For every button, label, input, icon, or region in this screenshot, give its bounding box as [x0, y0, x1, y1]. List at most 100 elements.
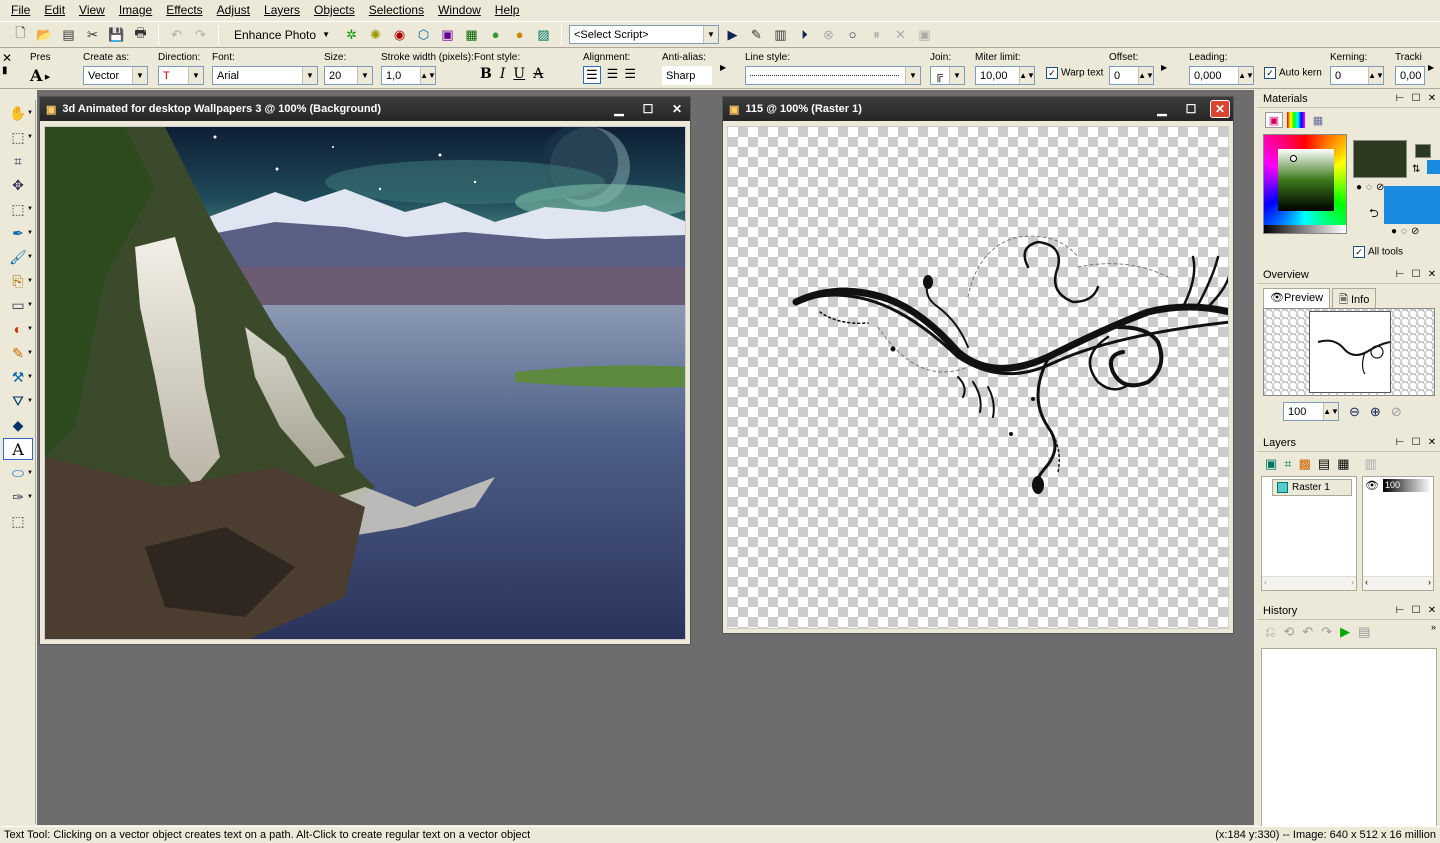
- expand-arrow-icon[interactable]: ▶: [1428, 63, 1434, 72]
- script-edit-icon[interactable]: ✎: [746, 24, 767, 45]
- menu-effects[interactable]: Effects: [159, 0, 209, 20]
- one-step-fix-icon[interactable]: ✲: [341, 24, 362, 45]
- expand-arrow-icon[interactable]: ▶: [720, 63, 726, 72]
- close-icon[interactable]: ✕: [1210, 100, 1230, 118]
- pin-icon[interactable]: ⊢: [1392, 93, 1408, 104]
- maximize-icon[interactable]: ☐: [1408, 437, 1424, 448]
- layer-opacity-slider[interactable]: 100: [1382, 479, 1431, 492]
- close-icon[interactable]: ✕: [1424, 605, 1440, 616]
- gradient-style-icon[interactable]: ◌: [1366, 182, 1372, 193]
- frame-tab-icon[interactable]: ▣: [1265, 112, 1283, 128]
- run-selected-icon[interactable]: ⏵: [794, 24, 815, 45]
- redo-icon[interactable]: ↷: [190, 24, 211, 45]
- close-icon[interactable]: ✕: [1424, 269, 1440, 280]
- underline-icon[interactable]: U: [513, 66, 525, 82]
- italic-icon[interactable]: I: [500, 66, 506, 82]
- spinner-icon[interactable]: ▲▼: [1238, 67, 1254, 84]
- visibility-eye-icon[interactable]: 👁: [1365, 479, 1379, 492]
- minimize-icon[interactable]: ▁: [609, 100, 629, 118]
- menu-help[interactable]: Help: [488, 0, 527, 20]
- red-eye-icon[interactable]: ◉: [389, 24, 410, 45]
- create-as-select[interactable]: Vector ▼: [83, 66, 148, 85]
- dropper-tool-icon[interactable]: ✒ ▼: [3, 222, 33, 244]
- swatches-tab-icon[interactable]: ▦: [1309, 112, 1327, 128]
- maximize-icon[interactable]: ☐: [1408, 605, 1424, 616]
- scroll-right-icon[interactable]: ›: [1428, 577, 1431, 590]
- miter-limit-input[interactable]: 10,00 ▲▼: [975, 66, 1035, 85]
- overview-palette-header[interactable]: Overview ⊢ ☐ ✕: [1257, 266, 1440, 284]
- pin-icon[interactable]: ⊢: [1392, 269, 1408, 280]
- clone-brush-icon[interactable]: ⎘ ▼: [3, 270, 33, 292]
- spinner-icon[interactable]: ▲▼: [1323, 403, 1339, 420]
- cube-icon[interactable]: ⬡: [413, 24, 434, 45]
- zoom-in-icon[interactable]: ⊕: [1370, 404, 1381, 420]
- menu-view[interactable]: View: [72, 0, 112, 20]
- maximize-icon[interactable]: ☐: [1408, 93, 1424, 104]
- run-script-icon[interactable]: ▶: [722, 24, 743, 45]
- menu-edit[interactable]: Edit: [37, 0, 72, 20]
- cancel-script-icon[interactable]: ⊗: [818, 24, 839, 45]
- foreground-swatch[interactable]: [1353, 140, 1407, 178]
- green-sphere-icon[interactable]: ●: [485, 24, 506, 45]
- rainbow-tab-icon[interactable]: [1287, 112, 1305, 128]
- layers-horizontal-scrollbar[interactable]: ‹ ›: [1262, 576, 1356, 590]
- undo-icon[interactable]: ↶: [166, 24, 187, 45]
- save-script-icon[interactable]: ▣: [914, 24, 935, 45]
- color-balance-icon[interactable]: ✺: [365, 24, 386, 45]
- direction-select[interactable]: T ▼: [158, 66, 204, 85]
- redo-icon[interactable]: ↷: [1321, 624, 1332, 640]
- layer-properties-icon[interactable]: ▦: [1337, 456, 1349, 472]
- zoom-out-icon[interactable]: ⊖: [1349, 404, 1360, 420]
- save-icon[interactable]: 💾: [106, 24, 127, 45]
- join-select[interactable]: ╔ ▼: [930, 66, 965, 85]
- menu-layers[interactable]: Layers: [257, 0, 307, 20]
- selection-tool-icon[interactable]: ⬚ ▼: [3, 126, 33, 148]
- record-icon[interactable]: ○: [842, 24, 863, 45]
- object-selector-icon[interactable]: ⬚: [3, 510, 33, 532]
- undo-icon[interactable]: ↶: [1302, 624, 1313, 640]
- materials-palette-header[interactable]: Materials ⊢ ☐ ✕: [1257, 90, 1440, 108]
- menu-file[interactable]: File: [4, 0, 37, 20]
- minimize-icon[interactable]: ▁: [1152, 100, 1172, 118]
- crop-tool-icon[interactable]: ⌗: [3, 150, 33, 172]
- paint-brush-icon[interactable]: 🖌 ▼: [3, 246, 33, 268]
- art-brush-icon[interactable]: ⚒ ▼: [3, 366, 33, 388]
- spinner-icon[interactable]: ▲▼: [1019, 67, 1035, 84]
- rectangle-tool-icon[interactable]: ▭ ▼: [3, 294, 33, 316]
- transparent-canvas[interactable]: [727, 126, 1229, 629]
- bold-icon[interactable]: B: [480, 66, 492, 82]
- clear-history-icon[interactable]: ▤: [1358, 624, 1370, 640]
- solid-style-icon[interactable]: ●: [1391, 226, 1397, 237]
- font-select[interactable]: Arial ▼: [212, 66, 318, 85]
- flood-fill-icon[interactable]: ⛛ ▼: [3, 390, 33, 412]
- command-history-icon[interactable]: ▶: [1340, 624, 1350, 640]
- document-title-bar[interactable]: ▣ 3d Animated for desktop Wallpapers 3 @…: [40, 97, 690, 121]
- background-swatch[interactable]: [1384, 186, 1440, 224]
- strikethrough-icon[interactable]: A: [533, 66, 543, 82]
- align-left-icon[interactable]: ☰: [583, 66, 601, 84]
- spinner-icon[interactable]: ▲▼: [1368, 67, 1384, 84]
- kerning-input[interactable]: 0 ▲▼: [1330, 66, 1384, 85]
- orange-sphere-icon[interactable]: ●: [509, 24, 530, 45]
- enhance-photo-dropdown[interactable]: Enhance Photo ▼: [226, 24, 338, 45]
- menu-image[interactable]: Image: [112, 0, 159, 20]
- undo-selected-icon[interactable]: ⎌: [1265, 624, 1275, 640]
- color-replacer-icon[interactable]: ◐ ▼: [3, 318, 33, 340]
- swap-arrows-icon[interactable]: ⮌: [1369, 204, 1379, 225]
- menu-adjust[interactable]: Adjust: [210, 0, 257, 20]
- maximize-icon[interactable]: ☐: [1181, 100, 1201, 118]
- color-picker-area[interactable]: [1263, 134, 1347, 234]
- pin-icon[interactable]: ⊢: [1392, 605, 1408, 616]
- delete-layer-icon[interactable]: ▥: [1365, 456, 1377, 472]
- maximize-icon[interactable]: ☐: [638, 100, 658, 118]
- redo-selected-icon[interactable]: ⟲: [1283, 624, 1294, 640]
- pause-icon[interactable]: ⏸: [866, 24, 887, 45]
- warp-text-checkbox[interactable]: ✓ Warp text: [1046, 67, 1103, 79]
- ellipse-tool-icon[interactable]: ⬭ ▼: [3, 462, 33, 484]
- layer-row-raster-1[interactable]: Raster 1: [1272, 479, 1352, 496]
- menu-selections[interactable]: Selections: [362, 0, 431, 20]
- image-mask-icon[interactable]: ▨: [533, 24, 554, 45]
- close-icon[interactable]: ✕: [1424, 437, 1440, 448]
- history-expand-icon[interactable]: »: [1431, 622, 1436, 632]
- antialias-select[interactable]: Sharp: [662, 66, 712, 85]
